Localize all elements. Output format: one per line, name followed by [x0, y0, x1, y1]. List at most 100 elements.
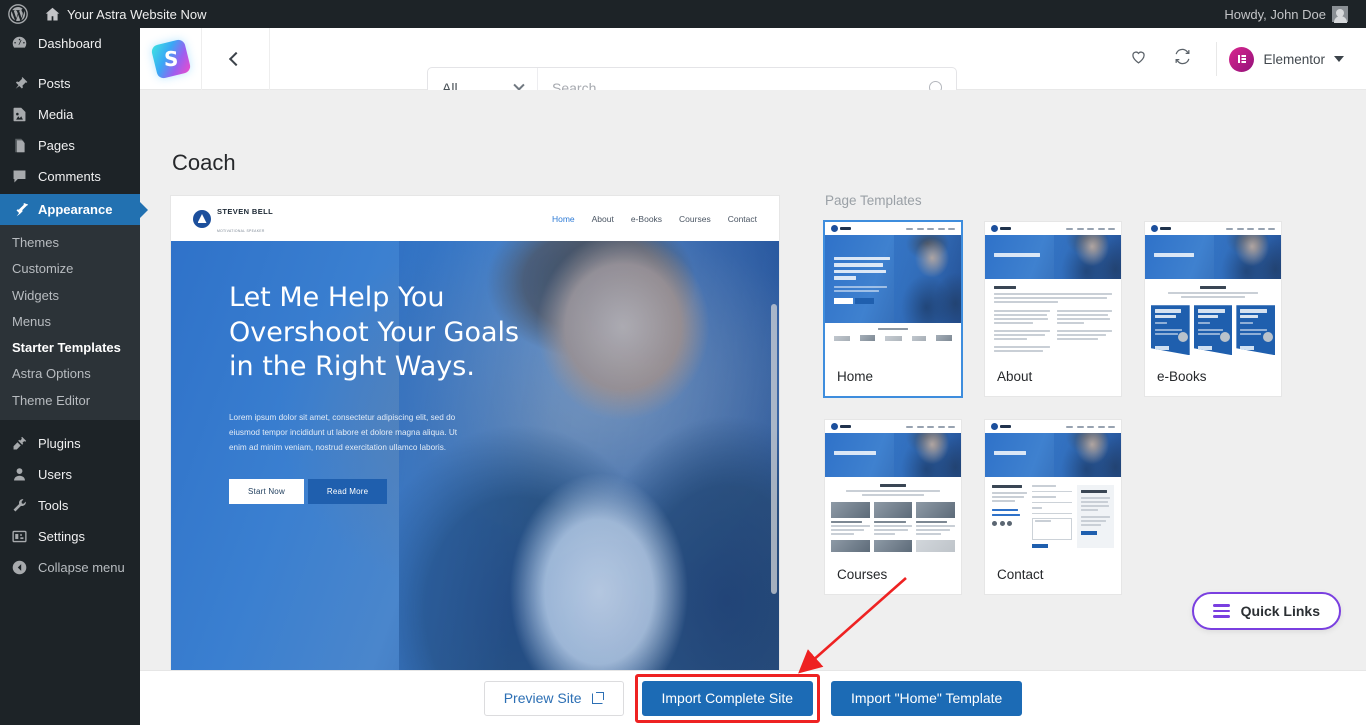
import-home-template-button[interactable]: Import "Home" Template	[831, 680, 1023, 716]
astra-starter-templates-logo-icon: S	[140, 27, 202, 90]
pin-icon	[9, 75, 29, 92]
refresh-icon	[1173, 47, 1192, 71]
heart-icon	[1129, 47, 1148, 71]
preview-nav-item: Contact	[727, 213, 757, 224]
template-card-label: e-Books	[1157, 369, 1207, 384]
elementor-icon	[1229, 46, 1255, 72]
submenu-item-customize[interactable]: Customize	[0, 256, 140, 282]
template-card-contact[interactable]: Contact	[984, 419, 1122, 595]
sidebar-item-label: Media	[38, 107, 74, 122]
favorites-button[interactable]	[1116, 28, 1160, 90]
template-card-about[interactable]: About	[984, 221, 1122, 397]
home-icon	[44, 6, 61, 23]
avatar-icon	[1332, 6, 1348, 23]
caret-down-icon	[1334, 56, 1344, 62]
template-thumbnail	[1145, 222, 1281, 358]
template-thumbnail	[985, 222, 1121, 358]
site-preview[interactable]: STEVEN BELL MOTIVATIONAL SPEAKER Home Ab…	[171, 196, 779, 691]
sidebar-item-label: Collapse menu	[38, 560, 125, 576]
preview-scrollbar[interactable]	[771, 304, 777, 594]
sidebar-item-tools[interactable]: Tools	[0, 490, 140, 521]
preview-site-button[interactable]: Preview Site	[483, 680, 624, 716]
steven-bell-logo-icon	[193, 209, 211, 228]
collapse-icon	[9, 559, 29, 576]
site-name-label: Your Astra Website Now	[67, 6, 207, 22]
sync-button[interactable]	[1160, 28, 1204, 90]
page-templates-label: Page Templates	[825, 193, 922, 208]
toolbar-divider	[1216, 42, 1218, 76]
submenu-item-theme-editor[interactable]: Theme Editor	[0, 388, 140, 414]
template-card-label: Contact	[997, 567, 1044, 582]
sidebar-item-pages[interactable]: Pages	[0, 130, 140, 161]
sidebar-item-label: Comments	[38, 169, 101, 184]
submenu-item-menus[interactable]: Menus	[0, 309, 140, 335]
appearance-submenu: Themes Customize Widgets Menus Starter T…	[0, 225, 140, 421]
preview-hero-buttons: Start Now Read More	[229, 479, 529, 505]
action-bar: Preview Site Import Complete Site Import…	[140, 670, 1366, 725]
submenu-item-astra-options[interactable]: Astra Options	[0, 361, 140, 387]
admin-sidebar: Dashboard Posts Media Pages Comments App…	[0, 28, 140, 725]
preview-hero-heading: Let Me Help You Overshoot Your Goals in …	[229, 282, 520, 383]
sidebar-item-label: Posts	[38, 76, 71, 91]
dashboard-icon	[9, 35, 29, 52]
settings-icon	[9, 528, 29, 545]
howdy-label: Howdy, John Doe	[1224, 6, 1326, 22]
chevron-down-icon	[513, 79, 525, 91]
wp-logo-menu[interactable]	[0, 0, 36, 28]
my-account-menu[interactable]: Howdy, John Doe	[1216, 0, 1356, 28]
sidebar-item-plugins[interactable]: Plugins	[0, 428, 140, 459]
page-templates-grid: Home About e-Books Courses Contact	[824, 221, 1284, 595]
preview-nav-item: Courses	[679, 213, 711, 224]
sidebar-item-dashboard[interactable]: Dashboard	[0, 28, 140, 59]
preview-brand: STEVEN BELL MOTIVATIONAL SPEAKER	[193, 201, 273, 237]
template-card-home[interactable]: Home	[824, 221, 962, 397]
sidebar-item-collapse-menu[interactable]: Collapse menu	[0, 552, 140, 583]
template-card-label: Courses	[837, 567, 888, 582]
sidebar-item-label: Users	[38, 467, 72, 483]
plugins-icon	[9, 435, 29, 452]
template-card-courses[interactable]: Courses	[824, 419, 962, 595]
sidebar-item-label: Dashboard	[38, 36, 102, 51]
starter-templates-app: S All Search... Elementor Coach STEVEN B…	[140, 27, 1366, 725]
sidebar-item-label: Appearance	[38, 202, 113, 217]
site-name-menu[interactable]: Your Astra Website Now	[36, 0, 214, 28]
sidebar-item-comments[interactable]: Comments	[0, 161, 140, 192]
starter-templates-body: Coach STEVEN BELL MOTIVATIONAL SPEAKER H…	[140, 90, 1366, 698]
preview-read-more-button: Read More	[307, 479, 388, 505]
starter-templates-topbar: S All Search... Elementor	[140, 27, 1366, 108]
preview-brand-tagline: MOTIVATIONAL SPEAKER	[217, 228, 265, 233]
brush-icon	[9, 201, 29, 218]
preview-brand-name: STEVEN BELL	[217, 206, 274, 216]
chevron-left-icon	[228, 51, 243, 66]
page-builder-selector[interactable]: Elementor	[1229, 46, 1366, 72]
template-card-ebooks[interactable]: e-Books	[1144, 221, 1282, 397]
preview-nav-menu: Home About e-Books Courses Contact	[552, 214, 757, 224]
sidebar-item-label: Tools	[38, 498, 69, 514]
submenu-item-starter-templates[interactable]: Starter Templates	[0, 335, 140, 361]
page-builder-label: Elementor	[1263, 51, 1325, 67]
submenu-item-themes[interactable]: Themes	[0, 230, 140, 256]
preview-nav-item: Home	[551, 213, 575, 224]
template-card-label: About	[997, 369, 1033, 384]
sidebar-item-media[interactable]: Media	[0, 99, 140, 130]
back-button[interactable]	[202, 27, 270, 90]
sidebar-item-posts[interactable]: Posts	[0, 68, 140, 99]
preview-hero-paragraph: Lorem ipsum dolor sit amet, consectetur …	[229, 412, 458, 452]
menu-divider	[0, 420, 140, 428]
tools-icon	[9, 497, 29, 514]
comments-icon	[9, 168, 29, 185]
topbar-actions: Elementor	[1116, 28, 1366, 90]
sidebar-item-label: Pages	[38, 138, 75, 153]
sidebar-item-label: Plugins	[38, 436, 81, 452]
quick-links-button[interactable]: Quick Links	[1191, 592, 1341, 630]
sidebar-item-settings[interactable]: Settings	[0, 521, 140, 552]
template-thumbnail	[985, 420, 1121, 556]
submenu-item-widgets[interactable]: Widgets	[0, 283, 140, 309]
sidebar-item-appearance[interactable]: Appearance	[0, 194, 140, 225]
preview-hero: Let Me Help You Overshoot Your Goals in …	[171, 241, 779, 691]
import-complete-site-button[interactable]: Import Complete Site	[641, 680, 813, 716]
sidebar-item-users[interactable]: Users	[0, 459, 140, 490]
page-title: Coach	[172, 150, 236, 175]
wordpress-logo-icon	[8, 4, 28, 24]
preview-nav-item: e-Books	[630, 213, 663, 224]
